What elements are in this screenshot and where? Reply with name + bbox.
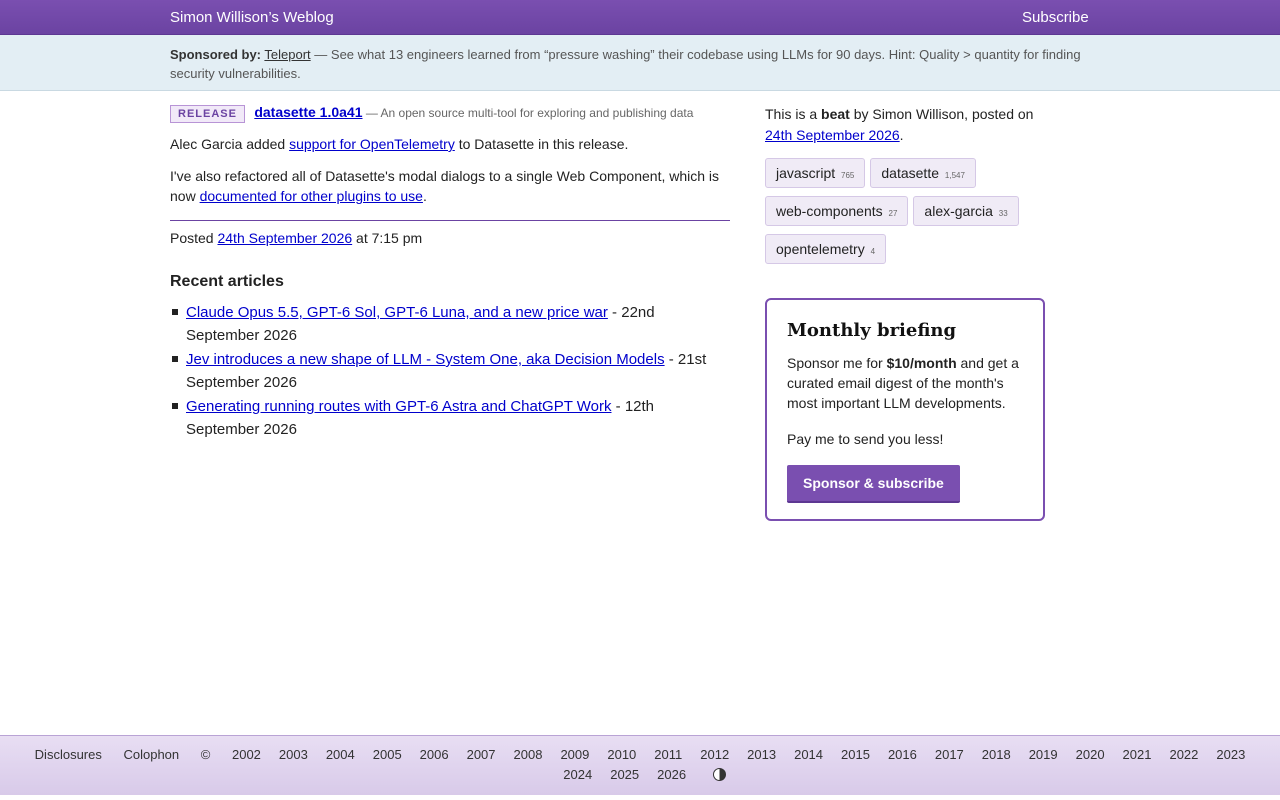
year-link-2002[interactable]: 2002 [232, 747, 261, 762]
year-link-2011[interactable]: 2011 [654, 747, 682, 762]
tag-list: javascript 765 datasette 1,547 web-compon… [765, 158, 1055, 272]
monthly-briefing-box: Monthly briefing Sponsor me for $10/mont… [765, 298, 1045, 521]
site-header: Simon Willison’s Weblog Subscribe [0, 0, 1280, 35]
year-link-2019[interactable]: 2019 [1029, 747, 1058, 762]
tag-name: opentelemetry [776, 241, 865, 257]
recent-articles-list: Claude Opus 5.5, GPT-6 Sol, GPT-6 Luna, … [170, 301, 730, 441]
year-links-row-1: 2002 2003 2004 2005 2006 2007 2008 2009 2010 2011… [223, 747, 1254, 762]
recent-article-link[interactable]: Jev introduces a new shape of LLM - Syst… [186, 351, 665, 368]
posted-label: Posted [170, 230, 218, 246]
briefing-description: Sponsor me for $10/month and get a curat… [787, 353, 1023, 413]
release-badge: RELEASE [170, 104, 245, 123]
plugins-docs-link[interactable]: documented for other plugins to use [200, 188, 423, 204]
posted-date-link[interactable]: 24th September 2026 [217, 230, 352, 246]
tag-count: 765 [841, 171, 855, 180]
list-item: Jev introduces a new shape of LLM - Syst… [170, 348, 730, 394]
recent-article-link[interactable]: Generating running routes with GPT-6 Ast… [186, 398, 612, 415]
sponsor-link[interactable]: Teleport [264, 47, 310, 62]
posted-line: Posted 24th September 2026 at 7:15 pm [170, 230, 730, 246]
sponsor-text: Sponsored by: Teleport — See what 13 eng… [170, 45, 1090, 83]
text: Alec Garcia added [170, 136, 290, 152]
tag-count: 4 [870, 247, 876, 256]
beat-intro: This is a beat by Simon Willison, posted… [765, 104, 1055, 146]
divider [170, 220, 730, 221]
year-link-2015[interactable]: 2015 [841, 747, 870, 762]
sponsor-banner: Sponsored by: Teleport — See what 13 eng… [0, 35, 1280, 91]
year-link-2012[interactable]: 2012 [700, 747, 729, 762]
briefing-tagline: Pay me to send you less! [787, 431, 944, 447]
year-link-2016[interactable]: 2016 [888, 747, 917, 762]
text: Sponsor me for [787, 355, 887, 371]
tag-datasette[interactable]: datasette 1,547 [870, 158, 976, 188]
site-title-link[interactable]: Simon Willison’s Weblog [170, 9, 334, 26]
tag-name: web-components [776, 203, 883, 219]
disclosures-link[interactable]: Disclosures [35, 747, 102, 762]
year-link-2005[interactable]: 2005 [373, 747, 402, 762]
list-item: Claude Opus 5.5, GPT-6 Sol, GPT-6 Luna, … [170, 301, 730, 347]
recent-article-link[interactable]: Claude Opus 5.5, GPT-6 Sol, GPT-6 Luna, … [186, 304, 608, 321]
text: . [422, 188, 427, 204]
footer-row-1: Disclosures Colophon © 2002 2003 2004 2005 2… [0, 747, 1280, 762]
beat-label: beat [821, 106, 850, 122]
text: . [899, 127, 904, 143]
bullet-icon [172, 356, 178, 362]
year-link-2004[interactable]: 2004 [326, 747, 355, 762]
release-header: RELEASE datasette 1.0a41 — An open sourc… [170, 104, 730, 126]
beat-date-link[interactable]: 24th September 2026 [765, 127, 900, 143]
year-link-2014[interactable]: 2014 [794, 747, 823, 762]
opentelemetry-link[interactable]: support for OpenTelemetry [289, 136, 455, 152]
year-link-2023[interactable]: 2023 [1216, 747, 1245, 762]
text: by Simon Willison, posted on [849, 106, 1034, 122]
year-link-2007[interactable]: 2007 [467, 747, 496, 762]
colophon-link[interactable]: Colophon [123, 747, 179, 762]
year-link-2022[interactable]: 2022 [1169, 747, 1198, 762]
site-footer: Disclosures Colophon © 2002 2003 2004 2005 2… [0, 735, 1280, 795]
year-link-2021[interactable]: 2021 [1123, 747, 1152, 762]
list-item: Generating running routes with GPT-6 Ast… [170, 395, 730, 441]
subscribe-link[interactable]: Subscribe [1022, 9, 1089, 26]
text: to Datasette in this release. [454, 136, 629, 152]
tag-javascript[interactable]: javascript 765 [765, 158, 866, 188]
contrast-icon[interactable] [712, 768, 726, 781]
post-paragraph-2: I've also refactored all of Datasette's … [170, 166, 730, 206]
year-link-2026[interactable]: 2026 [657, 767, 686, 782]
year-link-2017[interactable]: 2017 [935, 747, 964, 762]
year-link-2003[interactable]: 2003 [279, 747, 308, 762]
posted-time: at 7:15 pm [352, 230, 423, 246]
year-link-2009[interactable]: 2009 [560, 747, 589, 762]
briefing-price: $10/month [886, 355, 957, 371]
copyright-symbol: © [200, 747, 211, 762]
year-link-2008[interactable]: 2008 [514, 747, 543, 762]
main-content: RELEASE datasette 1.0a41 — An open sourc… [170, 104, 730, 442]
sponsor-label: Sponsored by: [170, 47, 262, 62]
tag-alex-garcia[interactable]: alex-garcia 33 [913, 196, 1019, 226]
year-link-2025[interactable]: 2025 [610, 767, 639, 782]
tag-name: javascript [776, 165, 836, 181]
tag-count: 27 [888, 209, 898, 218]
release-description: — An open source multi-tool for explorin… [365, 106, 694, 120]
year-link-2020[interactable]: 2020 [1076, 747, 1105, 762]
year-link-2018[interactable]: 2018 [982, 747, 1011, 762]
tag-web-components[interactable]: web-components 27 [765, 196, 909, 226]
tag-count: 1,547 [944, 171, 965, 180]
year-link-2010[interactable]: 2010 [607, 747, 636, 762]
year-link-2006[interactable]: 2006 [420, 747, 449, 762]
year-link-2013[interactable]: 2013 [747, 747, 776, 762]
tag-count: 33 [998, 209, 1008, 218]
bullet-icon [172, 403, 178, 409]
tag-name: datasette [881, 165, 939, 181]
tag-opentelemetry[interactable]: opentelemetry 4 [765, 234, 887, 264]
footer-row-2: 2024 2025 2026 [0, 767, 1280, 782]
year-link-2024[interactable]: 2024 [563, 767, 592, 782]
sponsor-subscribe-button[interactable]: Sponsor & subscribe [787, 465, 960, 503]
tag-name: alex-garcia [924, 203, 993, 219]
text: This is a [765, 106, 822, 122]
post-paragraph-1: Alec Garcia added support for OpenTeleme… [170, 134, 730, 154]
year-links-row-2: 2024 2025 2026 [554, 767, 695, 782]
bullet-icon [172, 309, 178, 315]
release-link[interactable]: datasette 1.0a41 [254, 104, 362, 120]
briefing-title: Monthly briefing [787, 320, 957, 341]
sidebar: This is a beat by Simon Willison, posted… [765, 104, 1055, 272]
recent-articles-heading: Recent articles [170, 273, 284, 290]
